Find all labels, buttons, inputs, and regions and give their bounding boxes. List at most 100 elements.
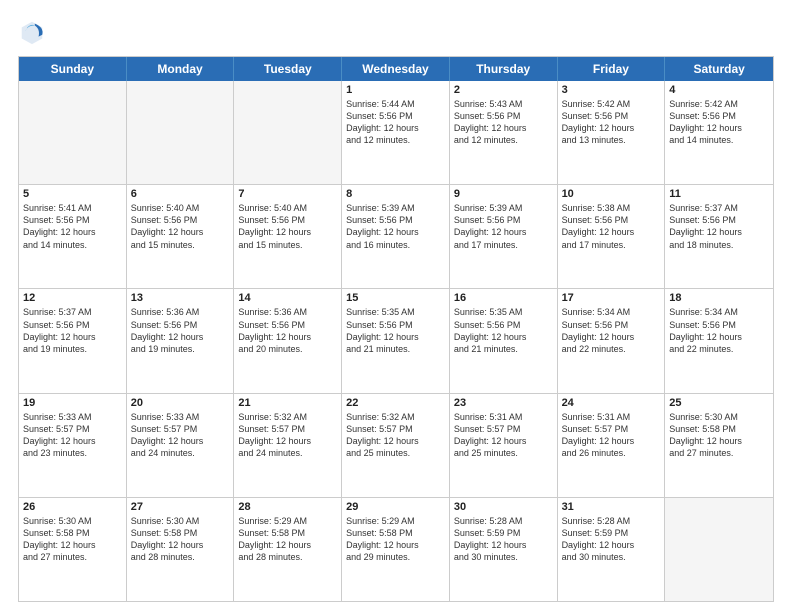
day-number: 27 (131, 501, 230, 513)
day-number: 20 (131, 397, 230, 409)
cell-info: Sunrise: 5:28 AM Sunset: 5:59 PM Dayligh… (562, 515, 661, 564)
calendar-cell: 18Sunrise: 5:34 AM Sunset: 5:56 PM Dayli… (665, 289, 773, 392)
calendar-cell: 28Sunrise: 5:29 AM Sunset: 5:58 PM Dayli… (234, 498, 342, 601)
calendar-cell: 10 Sunrise: 5:38 AM Sunset: 5:56 PM Dayli… (558, 185, 666, 288)
cell-info: Sunrise: 5:38 AM Sunset: 5:56 PM Dayligh… (562, 202, 661, 251)
calendar-cell: 27 Sunrise: 5:30 AM Sunset: 5:58 PM Dayli… (127, 498, 235, 601)
cell-info: Sunrise: 5:44 AM Sunset: 5:56 PM Dayligh… (346, 98, 445, 147)
calendar-cell: 8Sunrise: 5:39 AM Sunset: 5:56 PM Daylig… (342, 185, 450, 288)
calendar-cell: 21 Sunrise: 5:32 AM Sunset: 5:57 PM Dayli… (234, 394, 342, 497)
calendar-body: 1 Sunrise: 5:44 AM Sunset: 5:56 PM Daylig… (19, 81, 773, 601)
cell-info: Sunrise: 5:41 AM Sunset: 5:56 PM Dayligh… (23, 202, 122, 251)
day-number: 30 (454, 501, 553, 513)
day-number: 15 (346, 292, 445, 304)
page: SundayMondayTuesdayWednesdayThursdayFrid… (0, 0, 792, 612)
calendar-cell: 30 Sunrise: 5:28 AM Sunset: 5:59 PM Dayli… (450, 498, 558, 601)
cell-info: Sunrise: 5:42 AM Sunset: 5:56 PM Dayligh… (669, 98, 769, 147)
weekday-header: Tuesday (234, 57, 342, 81)
cell-info: Sunrise: 5:37 AM Sunset: 5:56 PM Dayligh… (669, 202, 769, 251)
weekday-header: Wednesday (342, 57, 450, 81)
cell-info: Sunrise: 5:36 AM Sunset: 5:56 PM Dayligh… (238, 306, 337, 355)
calendar-cell: 11 Sunrise: 5:37 AM Sunset: 5:56 PM Dayli… (665, 185, 773, 288)
calendar-cell: 25 Sunrise: 5:30 AM Sunset: 5:58 PM Dayli… (665, 394, 773, 497)
cell-info: Sunrise: 5:33 AM Sunset: 5:57 PM Dayligh… (23, 411, 122, 460)
header (18, 18, 774, 46)
calendar-cell: 24 Sunrise: 5:31 AM Sunset: 5:57 PM Dayli… (558, 394, 666, 497)
calendar-cell: 19Sunrise: 5:33 AM Sunset: 5:57 PM Dayli… (19, 394, 127, 497)
calendar-cell (19, 81, 127, 184)
calendar-cell: 13Sunrise: 5:36 AM Sunset: 5:56 PM Dayli… (127, 289, 235, 392)
calendar-cell (665, 498, 773, 601)
day-number: 1 (346, 84, 445, 96)
cell-info: Sunrise: 5:40 AM Sunset: 5:56 PM Dayligh… (131, 202, 230, 251)
calendar-cell: 4Sunrise: 5:42 AM Sunset: 5:56 PM Daylig… (665, 81, 773, 184)
day-number: 9 (454, 188, 553, 200)
calendar-cell: 2 Sunrise: 5:43 AM Sunset: 5:56 PM Daylig… (450, 81, 558, 184)
cell-info: Sunrise: 5:35 AM Sunset: 5:56 PM Dayligh… (346, 306, 445, 355)
calendar-cell: 6 Sunrise: 5:40 AM Sunset: 5:56 PM Daylig… (127, 185, 235, 288)
cell-info: Sunrise: 5:35 AM Sunset: 5:56 PM Dayligh… (454, 306, 553, 355)
logo (18, 18, 50, 46)
calendar-row: 1 Sunrise: 5:44 AM Sunset: 5:56 PM Daylig… (19, 81, 773, 184)
calendar-row: 26 Sunrise: 5:30 AM Sunset: 5:58 PM Dayli… (19, 497, 773, 601)
cell-info: Sunrise: 5:39 AM Sunset: 5:56 PM Dayligh… (454, 202, 553, 251)
calendar-cell: 26 Sunrise: 5:30 AM Sunset: 5:58 PM Dayli… (19, 498, 127, 601)
day-number: 22 (346, 397, 445, 409)
cell-info: Sunrise: 5:29 AM Sunset: 5:58 PM Dayligh… (346, 515, 445, 564)
cell-info: Sunrise: 5:28 AM Sunset: 5:59 PM Dayligh… (454, 515, 553, 564)
calendar-cell: 22 Sunrise: 5:32 AM Sunset: 5:57 PM Dayli… (342, 394, 450, 497)
calendar-row: 12 Sunrise: 5:37 AM Sunset: 5:56 PM Dayli… (19, 288, 773, 392)
calendar-cell: 17 Sunrise: 5:34 AM Sunset: 5:56 PM Dayli… (558, 289, 666, 392)
cell-info: Sunrise: 5:33 AM Sunset: 5:57 PM Dayligh… (131, 411, 230, 460)
calendar-cell: 3Sunrise: 5:42 AM Sunset: 5:56 PM Daylig… (558, 81, 666, 184)
day-number: 26 (23, 501, 122, 513)
cell-info: Sunrise: 5:32 AM Sunset: 5:57 PM Dayligh… (346, 411, 445, 460)
cell-info: Sunrise: 5:32 AM Sunset: 5:57 PM Dayligh… (238, 411, 337, 460)
day-number: 2 (454, 84, 553, 96)
cell-info: Sunrise: 5:30 AM Sunset: 5:58 PM Dayligh… (23, 515, 122, 564)
cell-info: Sunrise: 5:36 AM Sunset: 5:56 PM Dayligh… (131, 306, 230, 355)
cell-info: Sunrise: 5:29 AM Sunset: 5:58 PM Dayligh… (238, 515, 337, 564)
day-number: 24 (562, 397, 661, 409)
calendar-cell: 16 Sunrise: 5:35 AM Sunset: 5:56 PM Dayli… (450, 289, 558, 392)
calendar-cell: 31 Sunrise: 5:28 AM Sunset: 5:59 PM Dayli… (558, 498, 666, 601)
day-number: 29 (346, 501, 445, 513)
calendar-row: 19Sunrise: 5:33 AM Sunset: 5:57 PM Dayli… (19, 393, 773, 497)
cell-info: Sunrise: 5:31 AM Sunset: 5:57 PM Dayligh… (454, 411, 553, 460)
cell-info: Sunrise: 5:39 AM Sunset: 5:56 PM Dayligh… (346, 202, 445, 251)
day-number: 12 (23, 292, 122, 304)
calendar-cell: 1 Sunrise: 5:44 AM Sunset: 5:56 PM Daylig… (342, 81, 450, 184)
day-number: 14 (238, 292, 337, 304)
cell-info: Sunrise: 5:30 AM Sunset: 5:58 PM Dayligh… (669, 411, 769, 460)
cell-info: Sunrise: 5:30 AM Sunset: 5:58 PM Dayligh… (131, 515, 230, 564)
day-number: 17 (562, 292, 661, 304)
day-number: 5 (23, 188, 122, 200)
day-number: 10 (562, 188, 661, 200)
day-number: 31 (562, 501, 661, 513)
calendar-header: SundayMondayTuesdayWednesdayThursdayFrid… (19, 57, 773, 81)
calendar-cell: 23 Sunrise: 5:31 AM Sunset: 5:57 PM Dayli… (450, 394, 558, 497)
calendar-cell (234, 81, 342, 184)
logo-icon (18, 18, 46, 46)
cell-info: Sunrise: 5:31 AM Sunset: 5:57 PM Dayligh… (562, 411, 661, 460)
day-number: 16 (454, 292, 553, 304)
calendar-cell: 7Sunrise: 5:40 AM Sunset: 5:56 PM Daylig… (234, 185, 342, 288)
day-number: 18 (669, 292, 769, 304)
weekday-header: Thursday (450, 57, 558, 81)
day-number: 25 (669, 397, 769, 409)
cell-info: Sunrise: 5:37 AM Sunset: 5:56 PM Dayligh… (23, 306, 122, 355)
day-number: 7 (238, 188, 337, 200)
calendar-cell: 9 Sunrise: 5:39 AM Sunset: 5:56 PM Daylig… (450, 185, 558, 288)
cell-info: Sunrise: 5:43 AM Sunset: 5:56 PM Dayligh… (454, 98, 553, 147)
calendar-cell: 5 Sunrise: 5:41 AM Sunset: 5:56 PM Daylig… (19, 185, 127, 288)
cell-info: Sunrise: 5:34 AM Sunset: 5:56 PM Dayligh… (562, 306, 661, 355)
day-number: 11 (669, 188, 769, 200)
calendar-cell: 20 Sunrise: 5:33 AM Sunset: 5:57 PM Dayli… (127, 394, 235, 497)
day-number: 23 (454, 397, 553, 409)
weekday-header: Saturday (665, 57, 773, 81)
calendar-cell (127, 81, 235, 184)
calendar-row: 5 Sunrise: 5:41 AM Sunset: 5:56 PM Daylig… (19, 184, 773, 288)
day-number: 6 (131, 188, 230, 200)
calendar-cell: 29 Sunrise: 5:29 AM Sunset: 5:58 PM Dayli… (342, 498, 450, 601)
day-number: 21 (238, 397, 337, 409)
